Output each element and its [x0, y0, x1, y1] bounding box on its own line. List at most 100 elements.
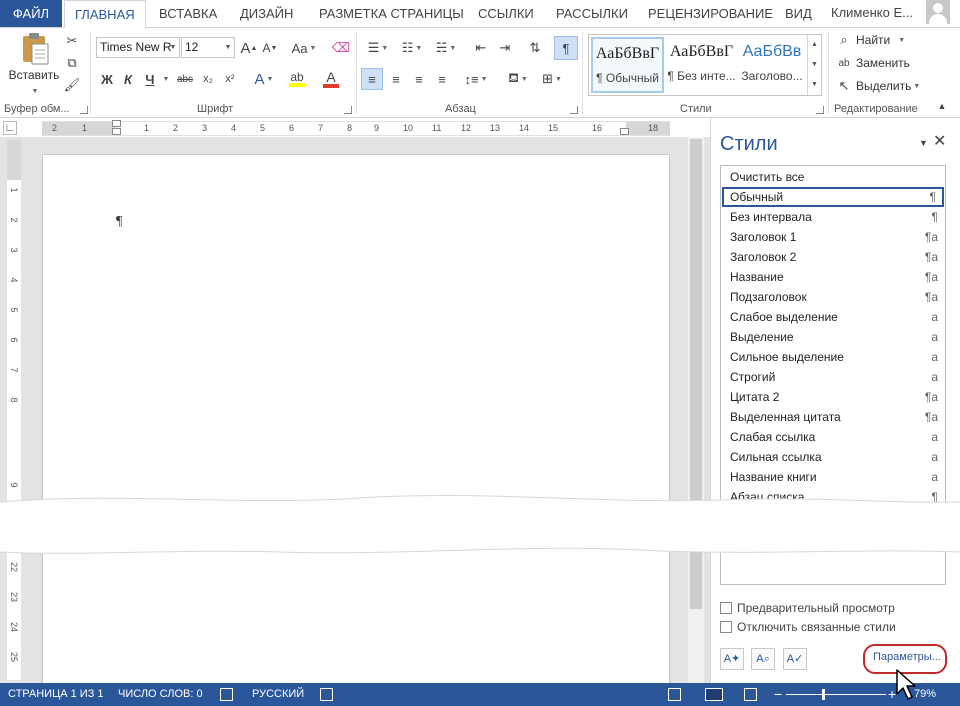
show-marks-button[interactable]: ¶ — [554, 36, 578, 60]
preview-checkbox[interactable] — [720, 602, 732, 614]
tab-layout[interactable]: РАЗМЕТКА СТРАНИЦЫ — [319, 0, 464, 27]
shading-button[interactable]: ⛾ ▼ — [502, 68, 534, 90]
style-thumb-normal[interactable]: АаБбВвГ ¶ Обычный — [591, 37, 664, 93]
avatar[interactable] — [926, 0, 950, 24]
italic-button[interactable]: К — [119, 68, 137, 90]
hanging-indent-marker[interactable] — [112, 128, 121, 135]
strikethrough-button[interactable]: abc — [174, 68, 196, 90]
style-list-item[interactable]: Без интервала ¶ — [722, 207, 944, 227]
grow-font-button[interactable]: A ▲ — [239, 37, 259, 59]
bullets-button[interactable]: ☰ ▼ — [362, 37, 394, 59]
tab-references[interactable]: ССЫЛКИ — [478, 0, 534, 27]
format-painter-icon[interactable]: 🖌 — [62, 74, 82, 96]
clear-formatting-icon[interactable]: ⌫ — [330, 37, 352, 59]
paragraph-launcher-icon[interactable] — [570, 106, 578, 114]
change-case-button[interactable]: Aa ▼ — [288, 37, 320, 59]
new-style-icon[interactable]: A✦ — [720, 648, 744, 670]
collapse-ribbon-icon[interactable]: ▲ — [934, 98, 950, 114]
tab-file[interactable]: ФАЙЛ — [0, 0, 62, 27]
decrease-indent-icon[interactable]: ⇤ — [470, 37, 492, 59]
chevron-down-icon[interactable]: ▼ — [808, 55, 821, 75]
style-list-item[interactable]: Строгий a — [722, 367, 944, 387]
justify-icon[interactable]: ≡ — [431, 68, 453, 90]
close-icon[interactable]: ✕ — [933, 131, 946, 151]
style-list-item[interactable]: Очистить все — [722, 167, 944, 187]
chevron-down-icon[interactable]: ▼ — [160, 68, 170, 90]
vertical-ruler[interactable]: 1 2 3 4 5 6 7 8 9 22 23 24 25 — [7, 140, 21, 680]
align-left-icon[interactable]: ≡ — [361, 68, 383, 90]
chevron-down-icon[interactable]: ▼ — [32, 88, 39, 95]
style-list-item[interactable]: Выделенная цитата ¶a — [722, 407, 944, 427]
manage-styles-icon[interactable]: A✓ — [783, 648, 807, 670]
style-list-item[interactable]: Слабое выделение a — [722, 307, 944, 327]
line-spacing-button[interactable]: ↕≡ ▼ — [460, 68, 492, 90]
zoom-out-icon[interactable]: − — [774, 683, 782, 706]
subscript-button[interactable]: x₂ — [198, 68, 218, 90]
style-list-item[interactable]: Сильное выделение a — [722, 347, 944, 367]
print-layout-icon[interactable] — [705, 688, 723, 701]
numbering-button[interactable]: ☷ ▼ — [396, 37, 428, 59]
chevron-down-icon[interactable]: ▼ — [167, 38, 179, 57]
font-name-box[interactable]: Times New R ▼ — [96, 37, 180, 58]
tab-selector-icon[interactable]: ∟ — [3, 121, 17, 135]
more-icon[interactable]: ▼ — [808, 75, 821, 95]
borders-button[interactable]: ⊞ ▼ — [536, 68, 568, 90]
text-effects-button[interactable]: A ▼ — [250, 68, 278, 90]
style-list-item[interactable]: Заголовок 1 ¶a — [722, 227, 944, 247]
word-count[interactable]: ЧИСЛО СЛОВ: 0 — [118, 683, 203, 706]
font-launcher-icon[interactable] — [344, 106, 352, 114]
chevron-up-icon[interactable]: ▲ — [808, 35, 821, 55]
proofing-icon[interactable] — [220, 688, 233, 701]
zoom-slider[interactable] — [786, 694, 886, 695]
pane-options-icon[interactable]: ▼ — [919, 138, 928, 148]
copy-icon[interactable]: ⧉ — [62, 52, 82, 74]
first-line-indent-marker[interactable] — [112, 120, 121, 127]
tab-home[interactable]: ГЛАВНАЯ — [64, 0, 146, 28]
align-center-icon[interactable]: ≡ — [385, 68, 407, 90]
highlight-button[interactable]: ab — [282, 68, 312, 90]
disable-linked-checkbox[interactable] — [720, 621, 732, 633]
paste-button[interactable]: Вставить ▼ — [4, 68, 64, 96]
tab-view[interactable]: ВИД — [785, 0, 812, 27]
style-list-item[interactable]: Заголовок 2 ¶a — [722, 247, 944, 267]
document-page[interactable] — [42, 154, 670, 684]
bold-button[interactable]: Ж — [97, 68, 117, 90]
style-list-item[interactable]: Обычный ¶ — [722, 187, 944, 207]
select-button[interactable]: ↖ Выделить ▼ — [836, 75, 921, 97]
style-inspector-icon[interactable]: A⌕ — [751, 648, 775, 670]
chevron-down-icon[interactable]: ▼ — [222, 38, 234, 57]
tab-review[interactable]: РЕЦЕНЗИРОВАНИЕ — [648, 0, 773, 27]
cut-icon[interactable]: ✂ — [62, 30, 82, 52]
zoom-slider-thumb[interactable] — [822, 689, 825, 700]
horizontal-ruler[interactable]: 2 1 1 2 3 4 5 6 7 8 9 10 11 12 13 14 15 … — [42, 121, 670, 136]
style-thumb-no-spacing[interactable]: АаБбВвГ ¶ Без инте... — [665, 37, 738, 93]
tab-mailings[interactable]: РАССЫЛКИ — [556, 0, 628, 27]
tab-design[interactable]: ДИЗАЙН — [240, 0, 293, 27]
style-list-item[interactable]: Цитата 2 ¶a — [722, 387, 944, 407]
clipboard-launcher-icon[interactable] — [80, 106, 88, 114]
style-list-item[interactable]: Сильная ссылка a — [722, 447, 944, 467]
align-right-icon[interactable]: ≡ — [408, 68, 430, 90]
read-mode-icon[interactable] — [668, 688, 681, 701]
replace-button[interactable]: ab Заменить — [836, 52, 910, 74]
user-name[interactable]: Клименко Е... — [831, 0, 913, 27]
vertical-scrollbar[interactable] — [688, 137, 704, 683]
sort-icon[interactable]: ⇅ — [524, 37, 546, 59]
style-list-item[interactable]: Слабая ссылка a — [722, 427, 944, 447]
font-size-box[interactable]: 12 ▼ — [181, 37, 235, 58]
macro-icon[interactable] — [320, 688, 333, 701]
style-list-item[interactable]: Подзаголовок ¶a — [722, 287, 944, 307]
style-list-item[interactable]: Выделение a — [722, 327, 944, 347]
find-button[interactable]: ⌕ Найти ▼ — [836, 29, 905, 51]
disable-linked-option[interactable]: Отключить связанные стили — [720, 619, 896, 635]
paste-icon[interactable] — [20, 32, 50, 66]
preview-option[interactable]: Предварительный просмотр — [720, 600, 895, 616]
tab-insert[interactable]: ВСТАВКА — [159, 0, 217, 27]
superscript-button[interactable]: x² — [220, 68, 240, 90]
increase-indent-icon[interactable]: ⇥ — [494, 37, 516, 59]
right-indent-marker[interactable] — [620, 128, 629, 135]
language[interactable]: РУССКИЙ — [252, 683, 304, 706]
styles-launcher-icon[interactable] — [816, 106, 824, 114]
style-thumb-heading-1[interactable]: АаБбВв Заголово... — [737, 37, 807, 93]
web-layout-icon[interactable] — [744, 688, 757, 701]
